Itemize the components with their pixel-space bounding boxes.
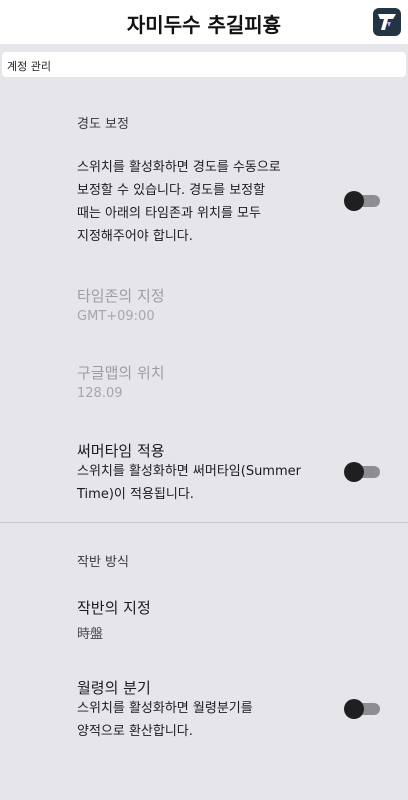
longitude-correction-description: 스위치를 활성화하면 경도를 수동으로 보정할 수 있습니다. 경도를 보정할 … <box>77 160 281 244</box>
leap-month-description: 스위치를 활성화하면 월령분기를 양적으로 환산합니다. <box>77 701 253 739</box>
timezone-setting-title[interactable]: 타임존의 지정 <box>77 285 165 306</box>
toggle-thumb <box>344 699 364 719</box>
app-logo-icon[interactable] <box>373 8 401 36</box>
account-management-label: 계정 관리 <box>7 60 51 73</box>
leap-month-toggle[interactable] <box>344 699 380 719</box>
summer-time-title: 써머타임 적용 <box>77 442 165 460</box>
page-title: 자미두수 추길피흉 <box>126 13 282 37</box>
summer-time-description: 스위치를 활성화하면 써머타임(Summer Time)이 적용됩니다. <box>77 464 301 502</box>
account-management-button[interactable]: 계정 관리 <box>2 52 406 77</box>
map-location-value: 128.09 <box>77 386 123 401</box>
section-divider <box>0 522 408 523</box>
toggle-thumb <box>344 191 364 211</box>
summer-time-toggle[interactable] <box>344 462 380 482</box>
timezone-setting-value: GMT+09:00 <box>77 309 155 324</box>
longitude-correction-toggle[interactable] <box>344 191 380 211</box>
map-location-title[interactable]: 구글맵의 위치 <box>77 362 165 383</box>
section-heading-chart-method: 작반 방식 <box>77 555 129 570</box>
section-heading-longitude: 경도 보정 <box>77 117 129 132</box>
chart-method-title[interactable]: 작반의 지정 <box>77 597 151 618</box>
chart-method-value: 時盤 <box>77 627 104 642</box>
leap-month-title: 월령의 분기 <box>77 679 151 697</box>
toggle-thumb <box>344 462 364 482</box>
app-header: 자미두수 추길피흉 <box>0 0 408 44</box>
